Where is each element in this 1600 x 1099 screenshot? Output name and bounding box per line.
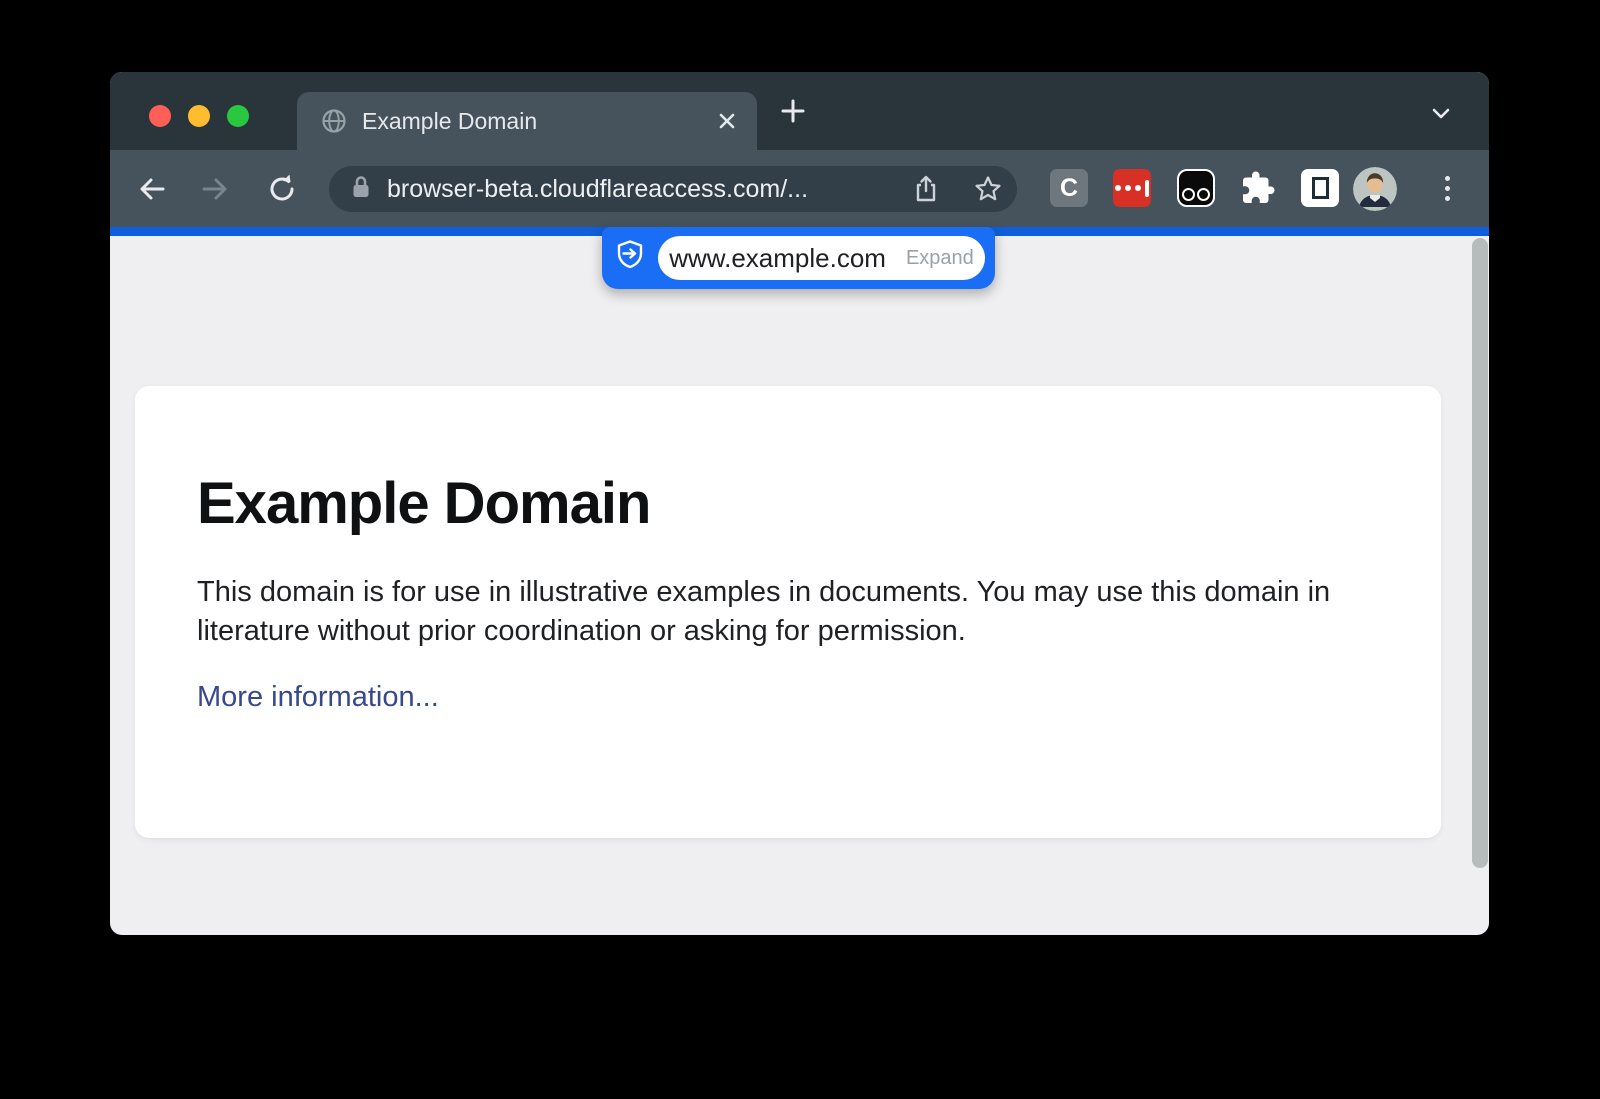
star-icon	[973, 174, 1003, 204]
window-controls	[149, 105, 249, 127]
share-button[interactable]	[911, 174, 941, 204]
extensions-menu-button[interactable]	[1239, 169, 1277, 207]
isolated-hostname: www.example.com	[669, 243, 886, 274]
forward-button[interactable]	[198, 172, 232, 206]
minimize-window-button[interactable]	[188, 105, 210, 127]
puzzle-icon	[1240, 170, 1276, 206]
reload-button[interactable]	[265, 172, 299, 206]
reload-icon	[265, 172, 299, 206]
avatar-photo	[1353, 167, 1397, 211]
forward-arrow-icon	[198, 172, 232, 206]
kebab-dot-icon	[1445, 196, 1450, 201]
frame-icon	[1312, 177, 1329, 199]
page-content-card: Example Domain This domain is for use in…	[135, 386, 1441, 838]
lens-icon	[1197, 188, 1210, 201]
lastpass-dot-icon	[1115, 185, 1121, 191]
tab-search-button[interactable]	[1427, 99, 1455, 127]
lastpass-bar-icon	[1145, 180, 1149, 197]
isolation-host-pill[interactable]: www.example.com Expand	[658, 236, 985, 280]
tab-strip: Example Domain	[110, 72, 1489, 150]
page-title: Example Domain	[197, 470, 1371, 537]
glasses-extension-button[interactable]	[1177, 169, 1215, 207]
lastpass-dot-icon	[1125, 185, 1131, 191]
back-button[interactable]	[135, 172, 169, 206]
profile-avatar[interactable]	[1353, 167, 1397, 211]
new-tab-button[interactable]	[779, 97, 807, 125]
lastpass-dot-icon	[1135, 185, 1141, 191]
lock-icon	[349, 174, 373, 205]
tab-close-button[interactable]	[713, 107, 741, 135]
url-text[interactable]: browser-beta.cloudflareaccess.com/...	[387, 175, 808, 204]
browser-window: Example Domain	[110, 72, 1489, 935]
plus-icon	[779, 97, 807, 125]
share-icon	[911, 174, 941, 204]
lastpass-extension-button[interactable]	[1113, 169, 1151, 207]
omnibox[interactable]: browser-beta.cloudflareaccess.com/...	[329, 166, 1017, 212]
close-icon	[717, 111, 737, 131]
active-tab[interactable]: Example Domain	[297, 92, 757, 150]
expand-button[interactable]: Expand	[906, 247, 974, 270]
lens-icon	[1182, 188, 1195, 201]
kebab-dot-icon	[1445, 186, 1450, 191]
isolation-pill: www.example.com Expand	[602, 227, 995, 289]
page-paragraph: This domain is for use in illustrative e…	[197, 573, 1357, 651]
toolbar: browser-beta.cloudflareaccess.com/... C	[110, 150, 1489, 227]
more-information-link[interactable]: More information...	[197, 681, 439, 713]
back-arrow-icon	[135, 172, 169, 206]
vertical-scrollbar-thumb[interactable]	[1472, 238, 1488, 868]
side-panel-extension-button[interactable]	[1301, 169, 1339, 207]
browser-menu-button[interactable]	[1433, 171, 1461, 205]
tab-title: Example Domain	[362, 108, 537, 135]
kebab-dot-icon	[1445, 176, 1450, 181]
close-window-button[interactable]	[149, 105, 171, 127]
chevron-down-icon	[1428, 100, 1454, 126]
bookmark-button[interactable]	[973, 174, 1003, 204]
globe-favicon-icon	[321, 108, 347, 134]
shield-arrow-icon	[614, 239, 646, 278]
zoom-window-button[interactable]	[227, 105, 249, 127]
extension-c-button[interactable]: C	[1050, 169, 1088, 207]
extension-c-badge: C	[1060, 174, 1078, 203]
